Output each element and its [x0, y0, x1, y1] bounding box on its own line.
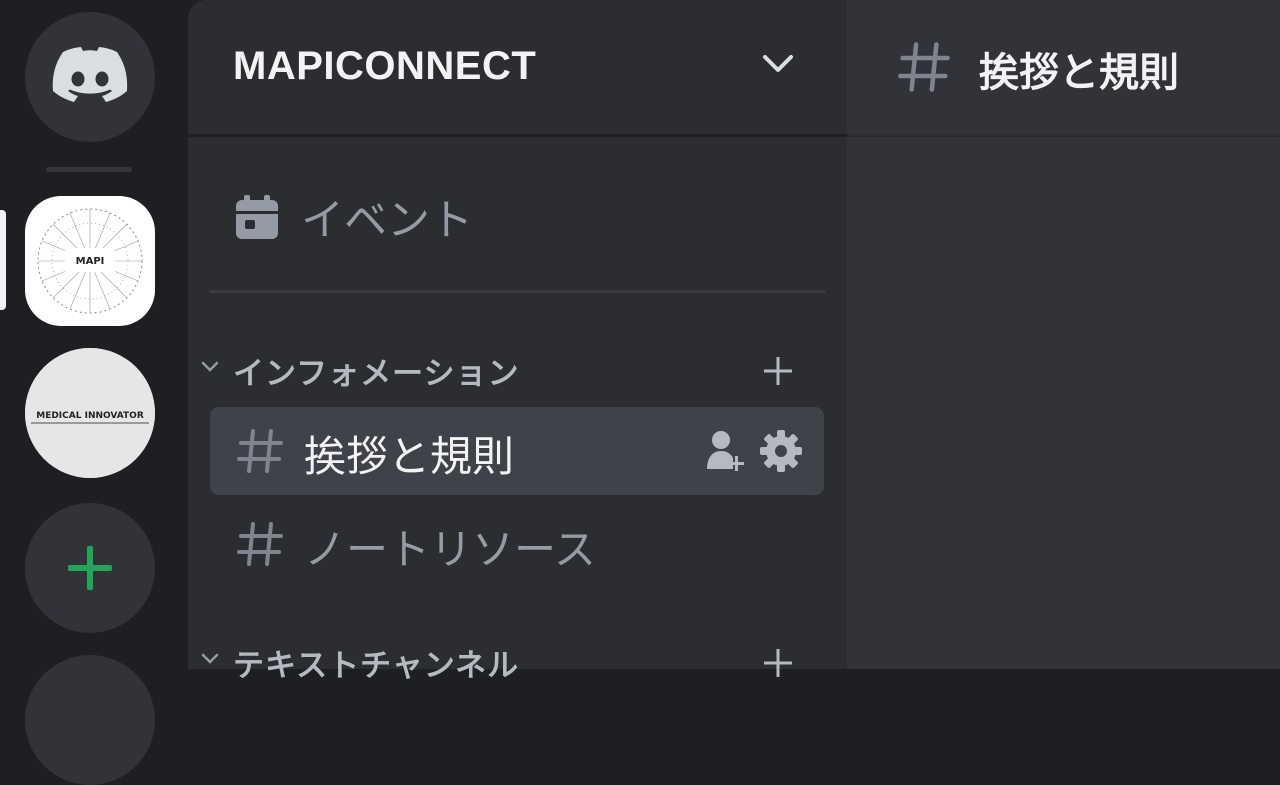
rail-separator: [46, 167, 132, 172]
add-server-button[interactable]: [25, 503, 155, 633]
category-label: テキストチャンネル: [233, 648, 520, 684]
channel-actions: [705, 429, 803, 473]
mapi-logo-text: MAPI: [76, 256, 105, 267]
chevron-down-icon: [201, 361, 219, 372]
server-name: MAPICONNECT: [233, 44, 537, 88]
hash-icon: [898, 42, 950, 92]
hash-icon: [237, 429, 283, 473]
channel-label: ノートリソース: [304, 525, 596, 574]
medical-innovator-logo-icon: MEDICAL INNOVATOR: [25, 348, 155, 478]
explore-servers-button[interactable]: [25, 655, 155, 785]
calendar-icon: [236, 195, 278, 239]
create-channel-plus-icon[interactable]: [763, 356, 793, 386]
discord-home-button[interactable]: [25, 12, 155, 142]
plus-icon: [68, 546, 112, 590]
invite-member-icon[interactable]: [705, 429, 747, 473]
create-channel-plus-icon[interactable]: [763, 648, 793, 678]
channel-header: 挨拶と規則: [847, 0, 1280, 137]
selected-server-indicator: [0, 210, 6, 310]
hash-icon: [237, 522, 283, 566]
sidebar-divider: [210, 290, 825, 293]
server-icon-mapi[interactable]: MAPI: [25, 196, 155, 326]
channel-item-note-resources[interactable]: ノートリソース: [210, 500, 824, 588]
channel-title: 挨拶と規則: [979, 50, 1179, 96]
server-rail: MAPI MEDICAL INNOVATOR: [0, 0, 188, 785]
medical-innovator-logo-text: MEDICAL INNOVATOR: [36, 411, 144, 421]
gear-icon[interactable]: [759, 429, 803, 473]
events-label: イベント: [301, 196, 473, 246]
events-item[interactable]: イベント: [233, 186, 473, 248]
category-information[interactable]: インフォメーション: [200, 348, 820, 392]
category-text-channels[interactable]: テキストチャンネル: [200, 640, 820, 684]
discord-logo-icon: [52, 47, 128, 102]
main-content: 挨拶と規則: [847, 0, 1280, 669]
channel-item-rules[interactable]: 挨拶と規則: [210, 407, 824, 495]
server-icon-medical-innovator[interactable]: MEDICAL INNOVATOR: [25, 348, 155, 478]
chevron-down-icon: [763, 55, 793, 72]
channel-sidebar: MAPICONNECT イベント インフォメーション 挨拶と規則 ノートリソース…: [188, 0, 847, 684]
server-header[interactable]: MAPICONNECT: [188, 0, 847, 137]
chevron-down-icon: [201, 653, 219, 664]
mapi-logo-icon: MAPI: [37, 208, 143, 314]
channel-label: 挨拶と規則: [304, 432, 515, 481]
category-label: インフォメーション: [233, 356, 520, 392]
